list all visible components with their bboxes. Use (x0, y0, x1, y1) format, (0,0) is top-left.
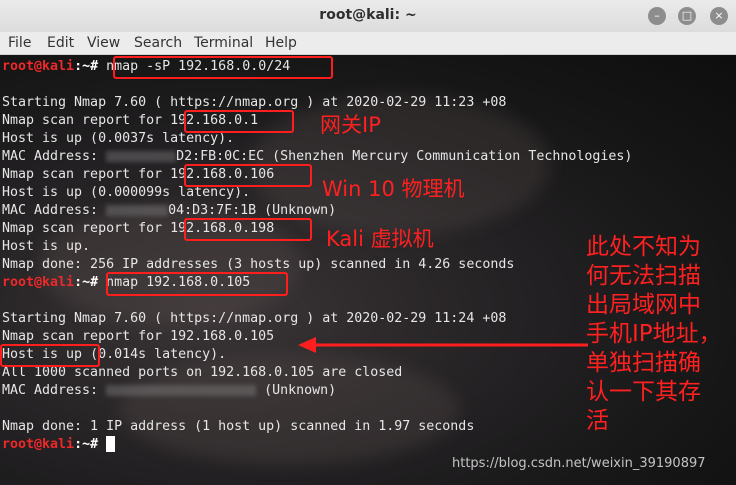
menu-edit[interactable]: Edit (47, 35, 74, 51)
title-bar: root@kali: ~ – □ × (0, 0, 736, 33)
mac-prefix: MAC Address: (2, 203, 107, 218)
terminal-output[interactable]: root@kali:~# nmap -sP 192.168.0.0/24 Sta… (0, 55, 736, 485)
terminal-window: root@kali: ~ – □ × File Edit View Search… (0, 0, 736, 485)
mac-prefix: MAC Address: (2, 149, 107, 164)
report-prefix: Nmap scan report for (2, 167, 171, 182)
maximize-button[interactable]: □ (678, 7, 696, 25)
menu-terminal[interactable]: Terminal (194, 35, 253, 51)
terminal-line: MAC Address: (Unknown) (2, 382, 336, 400)
close-button[interactable]: × (710, 7, 728, 25)
terminal-line: Starting Nmap 7.60 ( https://nmap.org ) … (2, 311, 507, 326)
arrow-left-icon (298, 337, 588, 353)
report-prefix: Nmap scan report for (2, 221, 171, 236)
annotation-side-note: 此处不知为何无法扫描出局域网中手机IP地址，单独扫描确认一下其存活 (586, 234, 722, 434)
redacted-blur (106, 150, 177, 162)
prompt-user: root@kali (2, 59, 75, 74)
watermark: https://blog.csdn.net/weixin_39190897 (452, 456, 706, 471)
latency-text: (0.014s latency). (82, 347, 227, 362)
highlight-box-hostup (0, 344, 100, 367)
mac-prefix: MAC Address: (2, 383, 107, 398)
menu-help[interactable]: Help (265, 35, 297, 51)
redacted-blur (106, 384, 257, 396)
text-cursor (106, 436, 116, 452)
mac-rest: (Unknown) (264, 383, 337, 398)
menu-file[interactable]: File (8, 35, 31, 51)
prompt-user: root@kali (2, 275, 75, 290)
annotation-win10: Win 10 物理机 (322, 177, 465, 201)
annotation-gateway: 网关IP (320, 113, 381, 137)
menu-search[interactable]: Search (134, 35, 182, 51)
prompt-user: root@kali (2, 437, 75, 452)
menu-bar: File Edit View Search Terminal Help (0, 32, 736, 55)
mac-rest: 04:D3:7F:1B (Unknown) (168, 203, 337, 218)
terminal-line: MAC Address: D2:FB:0C:EC (Shenzhen Mercu… (2, 148, 632, 166)
annotation-kali-vm: Kali 虚拟机 (326, 227, 434, 251)
window-title: root@kali: ~ (319, 7, 417, 23)
highlight-box-cmd1 (113, 56, 333, 79)
terminal-line: Host is up. (2, 239, 91, 254)
prompt-path: :~# (74, 59, 99, 74)
terminal-line: root@kali:~# (2, 436, 116, 454)
redacted-blur (106, 204, 169, 216)
highlight-box-ip1 (184, 110, 294, 133)
minimize-button[interactable]: – (648, 7, 666, 25)
prompt-path: :~# (74, 437, 99, 452)
menu-view[interactable]: View (87, 35, 120, 51)
highlight-box-ip2 (184, 164, 312, 187)
report-prefix: Nmap scan report for (2, 113, 171, 128)
highlight-box-cmd2 (106, 272, 288, 296)
highlight-box-ip3 (184, 218, 312, 241)
mac-rest: D2:FB:0C:EC (Shenzhen Mercury Communicat… (176, 149, 633, 164)
terminal-line: Nmap done: 1 IP address (1 host up) scan… (2, 419, 475, 434)
prompt-path: :~# (74, 275, 99, 290)
